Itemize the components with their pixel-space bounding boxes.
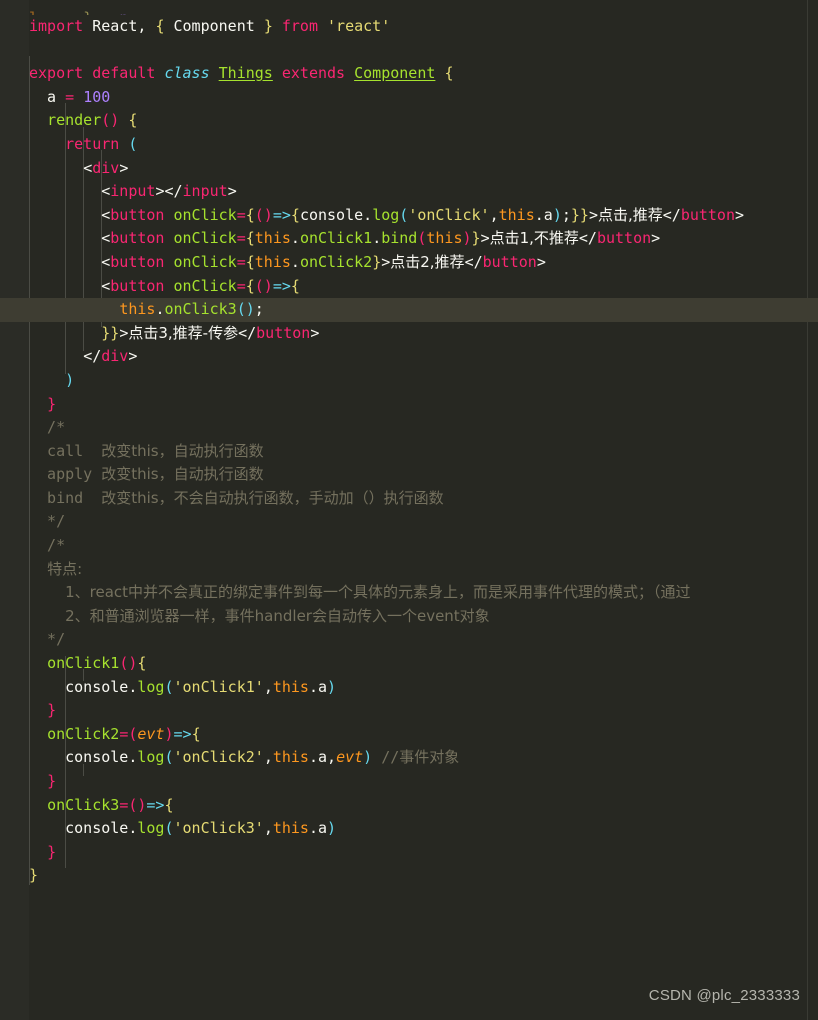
- code-line-onclick1-body: console.log('onClick1',this.a): [29, 677, 337, 696]
- code-line-div-close: </div>: [83, 347, 138, 366]
- code-line-render-close: }: [47, 394, 57, 413]
- code-line-onclick2-decl: onClick2=(evt)=>{: [47, 724, 201, 743]
- code-comment-block-1-open: /*: [29, 418, 66, 437]
- code-line-input: <input></input>: [101, 182, 237, 201]
- csdn-watermark: CSDN @plc_2333333: [648, 987, 800, 1005]
- code-line-a-prop: a = 100: [29, 87, 111, 106]
- code-content[interactable]: l } p import React, { Component } from '…: [0, 0, 818, 1020]
- code-line-onclick3-close: }: [47, 842, 57, 861]
- code-line-blank-1: [0, 39, 818, 63]
- code-line-return: return (: [65, 134, 138, 153]
- code-line-button-3-close: }}>点击3,推荐-传参</button>: [101, 323, 320, 342]
- code-line-import: import React, { Component } from 'react': [29, 17, 391, 35]
- code-line-onclick1-decl: onClick1(){: [47, 654, 147, 673]
- code-line-button-3-open: <button onClick={()=>{: [101, 276, 300, 295]
- code-line-onclick3-decl: onClick3=()=>{: [47, 795, 174, 814]
- code-line-div-open: <div>: [83, 158, 129, 177]
- code-line-button-1: <button onClick={this.onClick1.bind(this…: [101, 229, 661, 248]
- code-line-class-close: }: [29, 866, 39, 885]
- code-line-onclick3-body: console.log('onClick3',this.a): [29, 819, 337, 838]
- code-comment-apply: apply 改变this，自动执行函数: [29, 465, 264, 484]
- code-line-onclick2-close: }: [47, 772, 57, 790]
- code-line-partial-top: l } p: [0, 7, 818, 15]
- code-line-highlighted-onclick3-call[interactable]: this.onClick3();: [0, 298, 818, 322]
- code-comment-block-2-close: */: [29, 630, 66, 649]
- code-line-onclick1-close: }: [47, 701, 57, 720]
- code-comment-block-1-close: */: [29, 512, 66, 531]
- code-comment-feature-header: 特点:: [47, 559, 83, 578]
- code-line-return-close: ): [65, 370, 75, 389]
- code-line-button-2: <button onClick={this.onClick2}>点击2,推荐</…: [101, 252, 546, 271]
- code-comment-feature-2: 2、和普通浏览器一样，事件handler会自动传入一个event对象: [65, 606, 490, 625]
- code-comment-bind: bind 改变this，不会自动执行函数，手动加（）执行函数: [29, 488, 444, 507]
- code-comment-feature-1: 1、react中并不会真正的绑定事件到每一个具体的元素身上，而是采用事件代理的模…: [65, 583, 691, 602]
- code-line-class-decl: export default class Things extends Comp…: [29, 64, 454, 83]
- code-line-onclick2-body: console.log('onClick2',this.a,evt) //事件对…: [29, 748, 460, 767]
- code-line-button-0: <button onClick={()=>{console.log('onCli…: [101, 205, 745, 224]
- code-line-render: render() {: [47, 111, 138, 130]
- code-comment-call: call 改变this，自动执行函数: [29, 441, 264, 460]
- code-comment-block-2-open: /*: [29, 536, 66, 555]
- code-editor-screenshot: l } p import React, { Component } from '…: [0, 0, 818, 1020]
